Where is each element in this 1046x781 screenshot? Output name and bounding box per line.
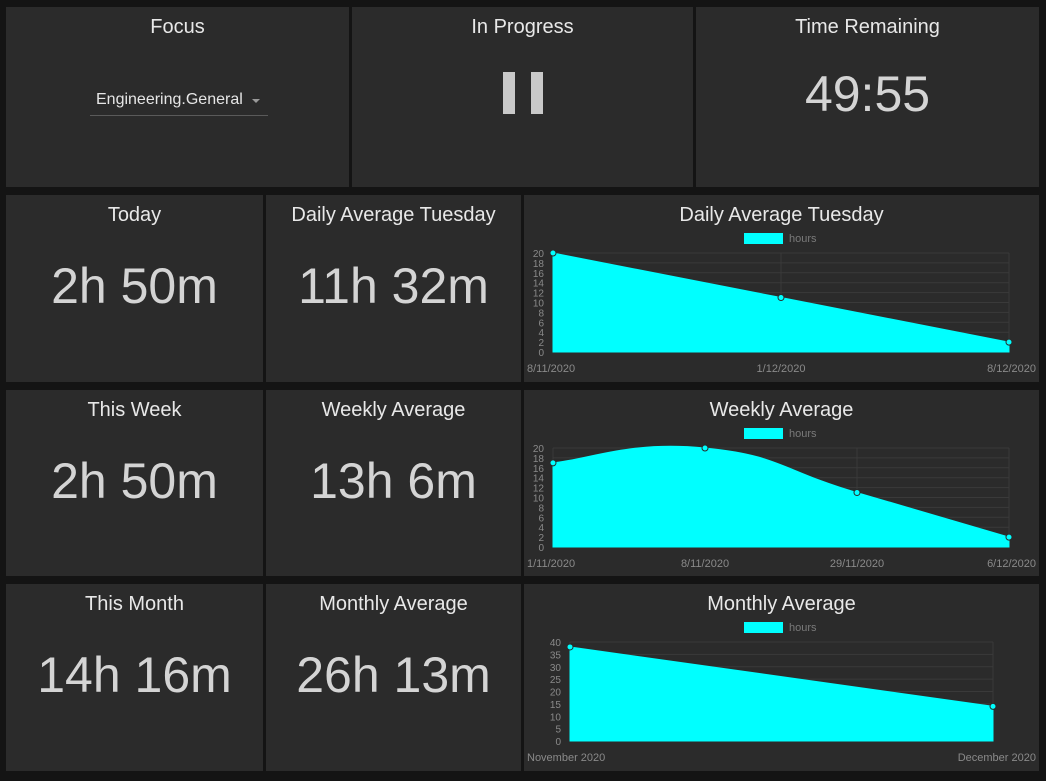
this-month-value: 14h 16m — [37, 647, 232, 703]
data-point — [777, 294, 785, 302]
legend-swatch — [744, 233, 783, 244]
x-tick-label: 8/11/2020 — [527, 363, 575, 375]
y-tick-label: 0 — [538, 348, 544, 359]
y-tick-label: 35 — [550, 650, 562, 661]
y-tick-label: 18 — [533, 454, 545, 465]
weekly-average-title: Weekly Average — [321, 399, 466, 421]
this-month-panel: This Month 14h 16m — [6, 584, 263, 771]
this-week-title: This Week — [87, 399, 182, 421]
y-tick-label: 8 — [538, 308, 544, 319]
daily-average-title: Daily Average Tuesday — [291, 204, 496, 226]
x-tick-label: November 2020 — [527, 752, 605, 764]
focus-title: Focus — [150, 16, 205, 38]
weekly-average-chart-panel: Weekly Average hours 0 2 4 6 8 10 12 14 16 18 20 1/1… — [524, 390, 1039, 576]
monthly-average-chart: hours 05 101520 2530 3540 November 2020 Decemb… — [527, 622, 1036, 764]
today-title: Today — [107, 204, 162, 226]
focus-select[interactable]: Engineering.General — [90, 89, 268, 116]
data-point — [1005, 533, 1013, 541]
focus-panel: Focus Engineering.General — [6, 7, 349, 187]
y-tick-label: 2 — [538, 338, 544, 349]
pause-bar-left — [503, 72, 515, 114]
data-point — [1005, 338, 1013, 346]
x-tick-label: 8/11/2020 — [681, 558, 729, 570]
x-tick-label: 8/12/2020 — [987, 363, 1036, 375]
today-panel: Today 2h 50m — [6, 195, 263, 382]
time-remaining-value: 49:55 — [804, 66, 931, 122]
y-tick-label: 20 — [533, 249, 545, 260]
y-tick-label: 18 — [533, 259, 545, 270]
weekly-average-chart: hours 02468101214161820 1/11/2020 8/11/2020… — [527, 428, 1036, 570]
time-remaining-panel: Time Remaining 49:55 — [696, 7, 1039, 187]
series-area-hours — [552, 445, 1010, 548]
data-point — [566, 643, 574, 651]
pause-icon[interactable] — [503, 72, 543, 114]
legend-label: hours — [789, 622, 817, 634]
data-point — [989, 702, 997, 710]
legend: hours — [744, 622, 817, 634]
monthly-average-panel: Monthly Average 26h 13m — [266, 584, 521, 771]
y-tick-label: 4 — [538, 523, 544, 534]
legend: hours — [744, 233, 817, 245]
y-tick-label: 40 — [550, 638, 562, 649]
legend-swatch — [744, 622, 783, 633]
series-area-hours — [569, 646, 994, 742]
y-tick-label: 14 — [533, 279, 545, 290]
pause-bar-right — [531, 72, 543, 114]
x-tick-label: 1/12/2020 — [757, 363, 806, 375]
legend: hours — [744, 428, 817, 440]
data-point — [549, 459, 557, 467]
x-tick-label: December 2020 — [958, 752, 1036, 764]
y-tick-label: 15 — [550, 700, 562, 711]
data-point — [701, 444, 709, 452]
y-tick-label: 2 — [538, 533, 544, 544]
y-tick-label: 0 — [555, 737, 561, 748]
y-tick-label: 16 — [533, 464, 545, 475]
chevron-down-icon — [252, 99, 260, 103]
legend-label: hours — [789, 233, 817, 245]
this-week-value: 2h 50m — [51, 453, 218, 509]
y-tick-label: 5 — [555, 725, 561, 736]
y-tick-label: 6 — [538, 513, 544, 524]
focus-select-value: Engineering.General — [96, 91, 243, 108]
y-tick-label: 10 — [533, 494, 545, 505]
y-tick-label: 20 — [550, 688, 562, 699]
y-tick-label: 10 — [533, 299, 545, 310]
y-tick-label: 8 — [538, 503, 544, 514]
y-tick-label: 30 — [550, 663, 562, 674]
daily-average-chart: hours 02468101214161820 8/11/2020 1/12/2020… — [527, 233, 1036, 375]
y-tick-label: 12 — [533, 289, 545, 300]
y-tick-label: 10 — [550, 712, 562, 723]
y-tick-label: 25 — [550, 675, 562, 686]
time-remaining-title: Time Remaining — [795, 16, 940, 38]
x-tick-label: 6/12/2020 — [987, 558, 1036, 570]
x-tick-label: 1/11/2020 — [527, 558, 575, 570]
daily-average-panel: Daily Average Tuesday 11h 32m — [266, 195, 521, 382]
today-value: 2h 50m — [51, 258, 218, 314]
y-tick-label: 12 — [533, 484, 545, 495]
y-tick-label: 20 — [533, 444, 545, 455]
data-point — [549, 249, 557, 257]
y-tick-label: 4 — [538, 328, 544, 339]
daily-average-value: 11h 32m — [298, 258, 489, 314]
this-week-panel: This Week 2h 50m — [6, 390, 263, 576]
legend-label: hours — [789, 428, 817, 440]
y-tick-label: 6 — [538, 318, 544, 329]
x-tick-label: 29/11/2020 — [830, 558, 884, 570]
this-month-title: This Month — [85, 593, 184, 615]
data-point — [853, 489, 861, 497]
monthly-average-title: Monthly Average — [319, 593, 468, 615]
monthly-average-chart-panel: Monthly Average hours 0 5 10 15 20 25 30 35 40 Nov… — [524, 584, 1039, 771]
in-progress-title: In Progress — [471, 16, 574, 38]
y-tick-label: 14 — [533, 474, 545, 485]
daily-average-chart-panel: Daily Average Tuesday hours 0 2 4 6 8 10 12 14 16… — [524, 195, 1039, 382]
weekly-average-value: 13h 6m — [310, 453, 477, 509]
y-tick-label: 0 — [538, 543, 544, 554]
weekly-average-panel: Weekly Average 13h 6m — [266, 390, 521, 576]
y-tick-label: 16 — [533, 269, 545, 280]
legend-swatch — [744, 428, 783, 439]
monthly-average-value: 26h 13m — [296, 647, 491, 703]
